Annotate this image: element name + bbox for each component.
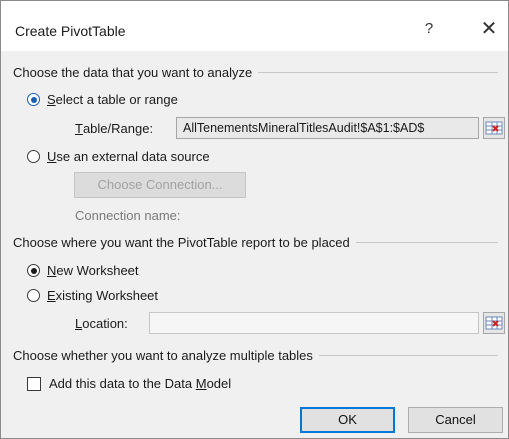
placement-heading: Choose where you want the PivotTable rep… — [13, 234, 350, 250]
range-selector-icon — [485, 316, 503, 330]
choose-connection-button: Choose Connection... — [74, 172, 246, 198]
close-button[interactable]: ✕ — [477, 17, 501, 41]
title-bar: Create PivotTable ? ✕ — [1, 1, 508, 51]
data-source-heading: Choose the data that you want to analyze — [13, 64, 253, 80]
multiple-tables-heading: Choose whether you want to analyze multi… — [13, 347, 313, 363]
radio-button-unselected[interactable] — [27, 150, 40, 163]
radio-new-worksheet[interactable]: New Worksheet — [27, 263, 139, 278]
radio-button-unselected[interactable] — [27, 289, 40, 302]
location-label: Location: — [75, 316, 128, 331]
radio-use-external-source[interactable]: Use an external data source — [27, 149, 210, 164]
separator-line — [258, 71, 498, 73]
cancel-button[interactable]: Cancel — [408, 407, 503, 433]
data-source-section-header: Choose the data that you want to analyze — [13, 63, 498, 81]
dialog-title: Create PivotTable — [15, 23, 126, 39]
table-range-label: Table/Range: — [75, 121, 154, 136]
create-pivottable-dialog: Create PivotTable ? ✕ Choose the data th… — [0, 0, 509, 439]
placement-section-header: Choose where you want the PivotTable rep… — [13, 233, 498, 251]
radio-existing-worksheet[interactable]: Existing Worksheet — [27, 288, 158, 303]
add-to-data-model-checkbox[interactable] — [27, 376, 41, 391]
connection-name-label: Connection name: — [75, 208, 181, 223]
radio-select-table-or-range[interactable]: Select a table or range — [27, 92, 178, 107]
multiple-tables-section-header: Choose whether you want to analyze multi… — [13, 346, 498, 364]
separator-line — [355, 241, 498, 243]
radio-label-external-source: Use an external data source — [47, 149, 210, 164]
add-to-data-model-label: Add this data to the Data Model — [49, 376, 232, 391]
radio-label-new-worksheet: New Worksheet — [47, 263, 139, 278]
radio-label-existing-worksheet: Existing Worksheet — [47, 288, 159, 303]
add-to-data-model-checkbox-row[interactable]: Add this data to the Data Model — [27, 376, 231, 391]
range-selector-icon — [485, 121, 503, 135]
table-range-selector-button[interactable] — [483, 117, 505, 139]
help-button[interactable]: ? — [419, 20, 439, 40]
radio-label-select-table: Select a table or range — [47, 92, 178, 107]
separator-line — [318, 354, 498, 356]
ok-button[interactable]: OK — [300, 407, 395, 433]
location-input[interactable] — [149, 312, 479, 334]
table-range-input[interactable]: AllTenementsMineralTitlesAudit!$A$1:$AD$ — [176, 117, 479, 139]
radio-button-selected[interactable] — [27, 264, 40, 277]
location-selector-button[interactable] — [483, 312, 505, 334]
radio-button-selected[interactable] — [27, 93, 40, 106]
